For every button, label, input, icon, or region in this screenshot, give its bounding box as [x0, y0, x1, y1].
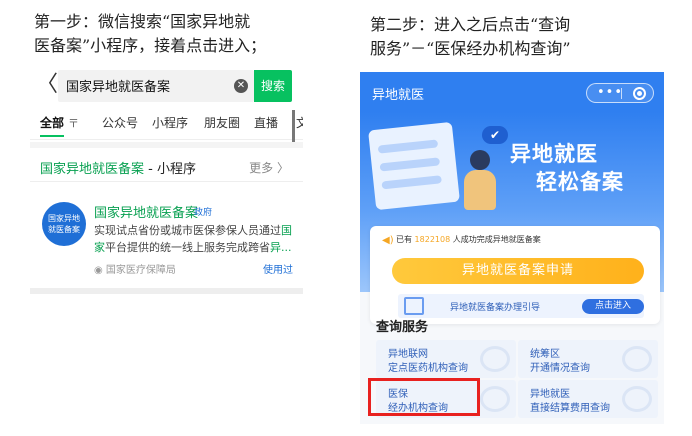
search-input[interactable]: 国家异地就医备案 ✕ [58, 70, 254, 102]
guide-banner[interactable]: 异地就医备案办理引导 点击进入 [398, 294, 644, 318]
search-tabs: 全部 〒 公众号 小程序 朋友圈 直播 文 [30, 110, 303, 144]
decorative-icon [622, 386, 652, 412]
tab-more[interactable]: 文 [296, 114, 303, 131]
banner-slogan-1: 异地就医 [510, 142, 598, 166]
miniapp-navbar: 异地就医 ••• [360, 72, 664, 112]
tab-moments[interactable]: 朋友圈 [204, 114, 240, 131]
service-network-institution-query[interactable]: 异地联网 定点医药机构查询 [376, 340, 516, 378]
step1-instruction: 第一步：微信搜索“国家异地就 医备案”小程序，接着点击进入； [34, 12, 267, 55]
tab-all[interactable]: 全部 [40, 114, 64, 131]
search-query: 国家异地就医备案 [66, 80, 171, 95]
person-illustration-icon [460, 150, 500, 210]
close-target-icon[interactable] [633, 87, 646, 100]
apply-button[interactable]: 异地就医备案申请 [392, 258, 644, 284]
capsule-menu[interactable]: ••• [586, 83, 654, 103]
clear-icon[interactable]: ✕ [234, 79, 248, 93]
query-services-title: 查询服务 [376, 320, 429, 335]
guide-text: 异地就医备案办理引导 [450, 303, 541, 313]
step2-instruction: 第二步：进入之后点击“查询 服务”－“医保经办机构查询” [370, 15, 571, 58]
gov-badge: 政府 [194, 208, 213, 218]
used-label: 使用过 [263, 265, 293, 276]
decorative-icon [480, 346, 510, 372]
registration-count: 已有 1822108 人成功完成异地就医备案 [396, 235, 541, 244]
tab-mini-programs[interactable]: 小程序 [152, 114, 188, 131]
hero-banner: ✔ 异地就医 轻松备案 ◀) 已有 1822108 人成功完成异地就医备案 异地… [360, 112, 664, 324]
document-illustration-icon [368, 121, 460, 211]
tab-live[interactable]: 直播 [254, 114, 278, 131]
nav-title: 异地就医 [372, 88, 425, 103]
active-tab-indicator [40, 135, 64, 137]
check-bubble-icon: ✔ [482, 126, 508, 144]
section-title: 国家异地就医备案 - 小程序 [40, 162, 196, 177]
more-menu-icon[interactable]: ••• [597, 84, 623, 102]
decorative-icon [622, 346, 652, 372]
mini-program-section-header: 国家异地就医备案 - 小程序 更多 〉 [30, 148, 303, 182]
decorative-icon [480, 386, 510, 412]
app-name[interactable]: 国家异地就医备案 [94, 202, 198, 221]
app-provider: ◉ 国家医疗保障局 [94, 265, 176, 276]
divider [30, 288, 303, 294]
search-button[interactable]: 搜索 [254, 70, 292, 102]
search-bar: 〈 国家异地就医备案 ✕ 搜索 [30, 68, 303, 102]
service-area-status-query[interactable]: 统筹区 开通情况查询 [518, 340, 658, 378]
filter-icon[interactable]: 〒 [68, 115, 79, 131]
wechat-search-screenshot: 〈 国家异地就医备案 ✕ 搜索 全部 〒 公众号 小程序 朋友圈 直播 文 国家… [30, 62, 303, 294]
more-link[interactable]: 更多 〉 [249, 159, 289, 176]
miniapp-screenshot: 异地就医 ••• ✔ 异地就医 轻松备案 ◀) 已有 1822108 人成功完成… [360, 72, 664, 424]
app-logo-icon: 国家异地 就医备案 [42, 202, 86, 246]
tab-official-accounts[interactable]: 公众号 [102, 114, 138, 131]
search-result-item[interactable]: 国家异地 就医备案 国家异地就医备案 政府 实现试点省份或城市医保参保人员通过国家… [30, 184, 303, 284]
guide-document-icon [404, 297, 424, 315]
enter-guide-button[interactable]: 点击进入 [582, 299, 644, 314]
capsule-divider [621, 88, 622, 99]
banner-slogan-2: 轻松备案 [536, 170, 624, 194]
scrollbar[interactable] [292, 110, 295, 144]
highlight-box [368, 378, 480, 416]
app-description: 实现试点省份或城市医保参保人员通过国家平台提供的统一线上服务完成跨省异... [94, 224, 292, 254]
speaker-icon: ◀) [382, 235, 394, 246]
back-arrow-icon[interactable]: 〈 [36, 70, 58, 100]
service-settlement-fee-query[interactable]: 异地就医 直接结算费用查询 [518, 380, 658, 418]
apply-card: ◀) 已有 1822108 人成功完成异地就医备案 异地就医备案申请 异地就医备… [370, 226, 660, 324]
